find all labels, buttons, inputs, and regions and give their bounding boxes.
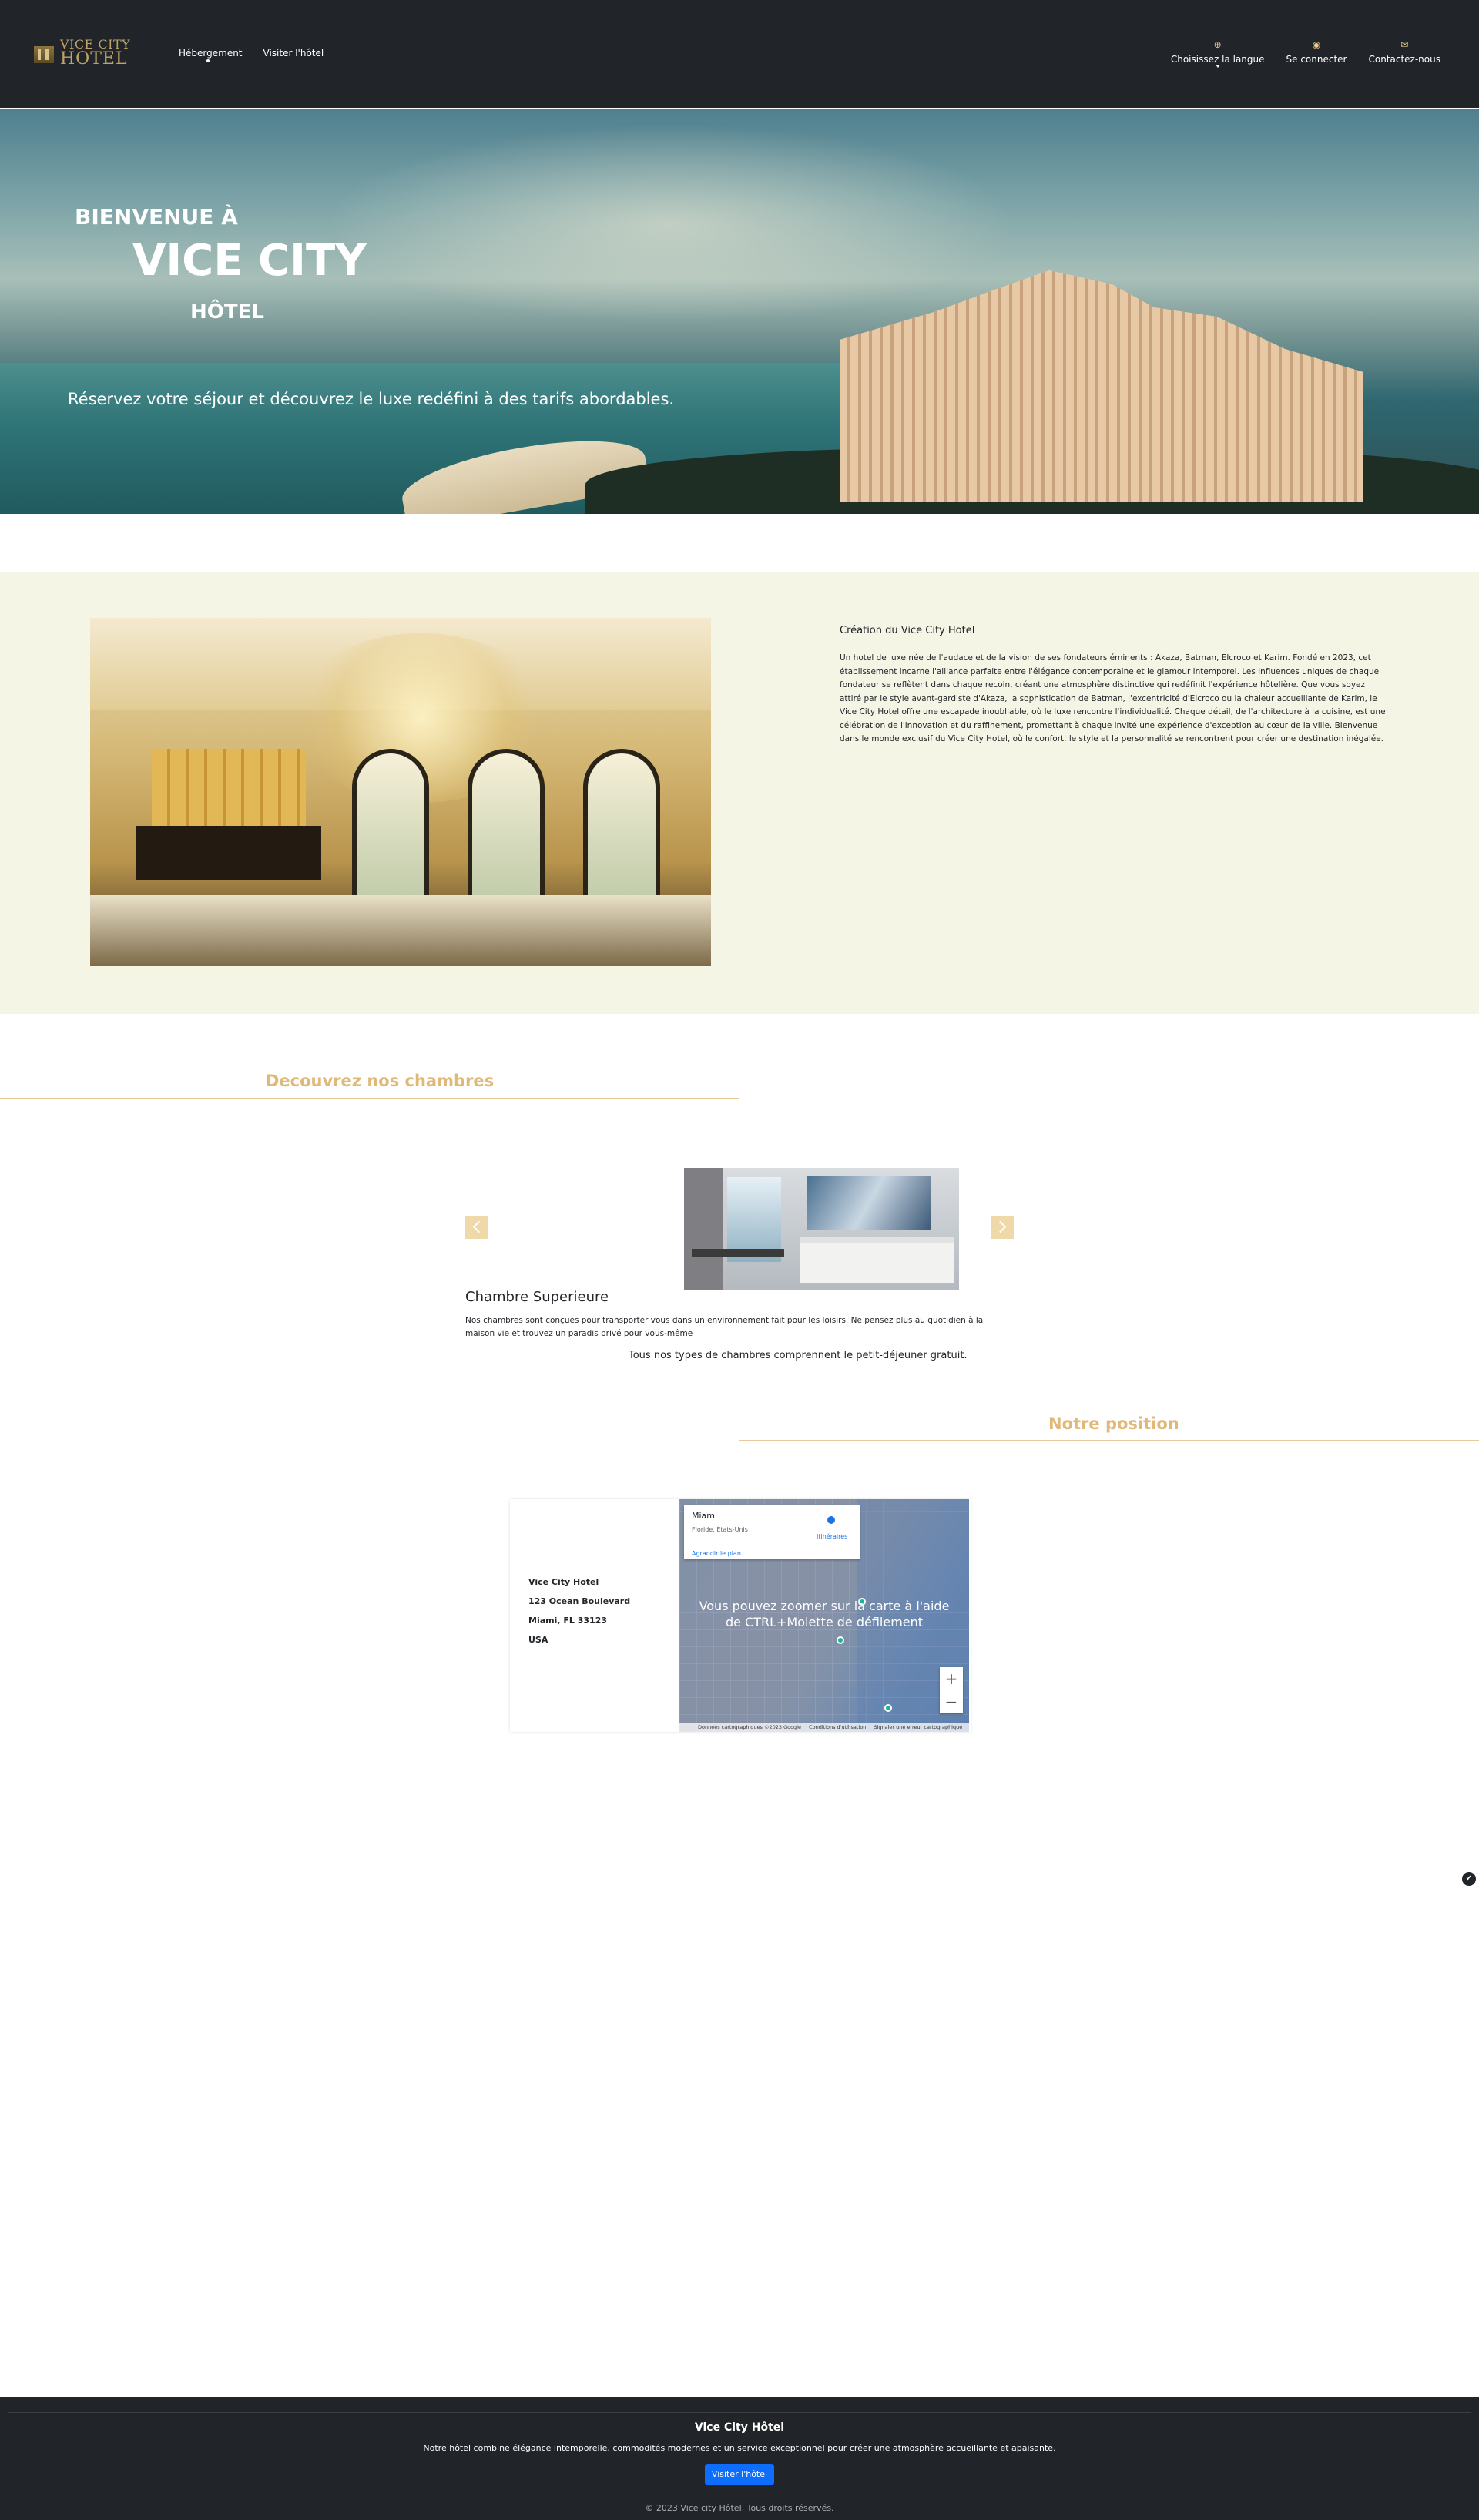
- hero-hotel: HÔTEL: [190, 300, 264, 324]
- user-nav: ⊕ Choisissez la langue ◉ Se connecter ✉ …: [1170, 39, 1440, 68]
- caret-down-icon: [1215, 65, 1220, 68]
- room-name: Chambre Superieure: [465, 1289, 609, 1305]
- login-link[interactable]: ◉ Se connecter: [1286, 39, 1347, 65]
- carousel-next-button[interactable]: [991, 1216, 1014, 1239]
- copyright: © 2023 Vice city Hôtel. Tous droits rése…: [645, 2503, 834, 2513]
- map-zoom-control: + −: [940, 1667, 963, 1713]
- map-city: Miami: [692, 1511, 718, 1521]
- address-name: Vice City Hotel: [528, 1577, 599, 1587]
- hotel-logo[interactable]: VICE CITY HOTEL: [34, 37, 130, 69]
- chevron-right-icon: [994, 1220, 1007, 1233]
- main-nav: Hébergement Visiter l'hôtel: [179, 48, 324, 59]
- dropdown-indicator-icon: [206, 59, 210, 62]
- map-attribution: Données cartographiques ©2023 Google Con…: [679, 1723, 969, 1732]
- room-image: [684, 1168, 959, 1290]
- map-pin-icon: [837, 1636, 844, 1644]
- user-circle-icon: ◉: [1312, 39, 1321, 50]
- hero-subtitle: Réservez votre séjour et découvrez le lu…: [68, 390, 675, 408]
- chevron-left-icon: [472, 1220, 485, 1233]
- hero-banner: BIENVENUE À VICE CITY HÔTEL Réservez vot…: [0, 109, 1479, 514]
- logo-emblem-icon: [34, 46, 54, 63]
- map-info-card: Miami Floride, États-Unis Agrandir le pl…: [684, 1505, 860, 1559]
- zoom-in-button[interactable]: +: [940, 1667, 963, 1690]
- language-dropdown[interactable]: ⊕ Choisissez la langue: [1170, 39, 1265, 68]
- location-card: Vice City Hotel 123 Ocean Boulevard Miam…: [510, 1499, 971, 1732]
- hotel-address: Vice City Hotel 123 Ocean Boulevard Miam…: [528, 1572, 630, 1649]
- footer-divider: [8, 2412, 1471, 2413]
- language-label: Choisissez la langue: [1170, 54, 1265, 65]
- logo-text-bottom: HOTEL: [60, 49, 128, 69]
- lobby-image: [90, 618, 711, 966]
- contact-label: Contactez-nous: [1368, 54, 1440, 65]
- contact-link[interactable]: ✉ Contactez-nous: [1368, 39, 1440, 65]
- room-bed: [800, 1237, 954, 1283]
- directions-icon[interactable]: [827, 1516, 835, 1524]
- room-artwork: [807, 1176, 931, 1230]
- address-street: 123 Ocean Boulevard: [528, 1596, 631, 1606]
- envelope-icon: ✉: [1400, 39, 1409, 50]
- footer: Vice City Hôtel Notre hôtel combine élég…: [0, 2397, 1479, 2520]
- map-region: Floride, États-Unis: [692, 1526, 748, 1533]
- map-data-credit: Données cartographiques ©2023 Google: [698, 1724, 801, 1730]
- footer-text: Notre hôtel combine élégance intemporell…: [423, 2443, 1056, 2453]
- login-label: Se connecter: [1286, 54, 1347, 65]
- map-pin-icon: [884, 1704, 892, 1712]
- google-map[interactable]: Miami Floride, États-Unis Agrandir le pl…: [679, 1499, 969, 1732]
- check-badge-icon[interactable]: ✔: [1462, 1872, 1476, 1886]
- breakfast-note: Tous nos types de chambres comprennent l…: [629, 1350, 968, 1361]
- visit-hotel-button[interactable]: Visiter l'hôtel: [705, 2464, 774, 2485]
- zoom-out-button[interactable]: −: [940, 1690, 963, 1713]
- lobby-floor: [90, 895, 711, 966]
- navbar: VICE CITY HOTEL Hébergement Visiter l'hô…: [0, 0, 1479, 108]
- footer-title: Vice City Hôtel: [694, 2421, 785, 2434]
- globe-icon: ⊕: [1213, 39, 1222, 50]
- about-title: Création du Vice City Hotel: [840, 625, 975, 636]
- nav-link-hebergement[interactable]: Hébergement: [179, 48, 243, 59]
- lobby-desk: [136, 826, 321, 880]
- address-country: USA: [528, 1635, 548, 1645]
- directions-link[interactable]: Itinéraires: [817, 1533, 847, 1540]
- map-zoom-message: Vous pouvez zoomer sur la carte à l'aide…: [699, 1599, 950, 1629]
- room-desk: [692, 1249, 784, 1257]
- position-title: Notre position: [1048, 1414, 1179, 1433]
- map-enlarge-link[interactable]: Agrandir le plan: [692, 1550, 741, 1557]
- map-report-link[interactable]: Signaler une erreur cartographique: [874, 1724, 962, 1730]
- carousel-prev-button[interactable]: [465, 1216, 488, 1239]
- position-divider: [740, 1440, 1479, 1441]
- rooms-title: Decouvrez nos chambres: [266, 1072, 495, 1090]
- lobby-wall: [152, 749, 306, 826]
- hero-welcome: BIENVENUE À: [75, 204, 238, 230]
- hero-title: VICE CITY: [132, 236, 367, 286]
- about-section: Création du Vice City Hotel Un hotel de …: [0, 572, 1479, 1014]
- map-terms-link[interactable]: Conditions d'utilisation: [809, 1724, 866, 1730]
- address-city: Miami, FL 33123: [528, 1616, 608, 1626]
- hero-sky: [324, 124, 1017, 324]
- room-description: Nos chambres sont conçues pour transport…: [465, 1316, 984, 1338]
- nav-link-visiter-hotel[interactable]: Visiter l'hôtel: [263, 48, 324, 59]
- about-text: Un hotel de luxe née de l'audace et de l…: [840, 653, 1386, 743]
- hero-hotel-building: [840, 270, 1363, 502]
- room-wall: [684, 1168, 723, 1290]
- rooms-divider: [0, 1098, 740, 1099]
